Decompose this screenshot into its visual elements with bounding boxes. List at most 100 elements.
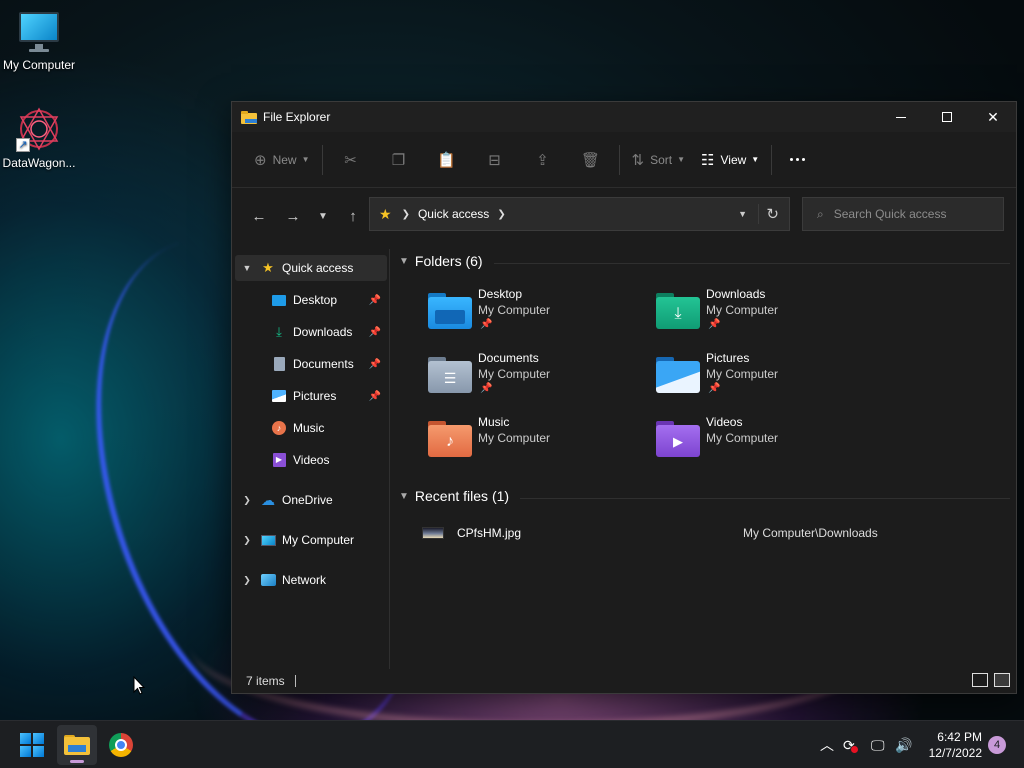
chevron-down-icon: ▼ [399,255,409,267]
address-bar[interactable]: ★ ❯ Quick access ❯ ▼ ↻ [369,197,790,231]
chrome-icon [109,733,133,757]
sidebar-item-quick-access[interactable]: ▼ ★ Quick access [235,255,387,281]
chevron-down-icon: ▼ [677,155,686,164]
toolbar-divider [321,144,323,175]
close-button[interactable]: ✕ [970,102,1016,132]
taskbar-chrome[interactable] [101,725,141,765]
forward-button[interactable]: → [276,200,310,232]
chevron-down-icon[interactable]: ▼ [238,263,256,273]
toolbar-divider [771,144,773,175]
taskbar-clock[interactable]: 6:42 PM 12/7/2022 [929,729,982,761]
file-explorer-window: File Explorer ✕ ⊕ New ▼ ✂ ❐ 📋 ⊟ ⇪ 🗑 ⇅ So… [231,101,1017,694]
minimize-button[interactable] [878,102,924,132]
cut-button[interactable]: ✂ [327,144,375,176]
file-explorer-icon [64,735,90,755]
pin-icon: 📌 [368,358,381,370]
view-button[interactable]: ☷ View ▼ [693,144,767,176]
recent-locations-button[interactable]: ▼ [310,200,336,232]
delete-button[interactable]: 🗑 [567,144,615,176]
folder-location: My Computer [706,303,779,317]
breadcrumb-quick-access[interactable]: Quick access [418,207,489,221]
folder-tile-downloads[interactable]: ⤓ Downloads My Computer 📌 [620,287,840,345]
new-label: New [272,152,297,167]
arrow-right-icon: → [285,207,301,225]
sidebar-item-network[interactable]: ❯ Network [235,567,387,593]
search-box[interactable]: ⌕ [802,197,1004,231]
chevron-right-icon[interactable]: ❯ [238,495,256,506]
folder-tile-music[interactable]: ♪ Music My Computer [392,415,612,473]
paste-button[interactable]: 📋 [423,144,471,176]
folders-section-header[interactable]: ▼ Folders (6) [399,253,483,269]
address-divider [758,204,759,224]
arrow-left-icon: ← [251,207,267,225]
back-button[interactable]: ← [242,200,276,232]
sidebar-item-my-computer[interactable]: ❯ My Computer [235,527,387,553]
recent-files-section-header[interactable]: ▼ Recent files (1) [399,488,509,504]
large-icons-view-icon[interactable] [994,673,1010,687]
sync-status-button[interactable]: ⟳ [843,721,858,768]
sidebar-item-documents[interactable]: Documents 📌 [235,351,387,377]
sidebar-item-onedrive[interactable]: ❯ ☁ OneDrive [235,487,387,513]
clipboard-icon: 📋 [437,151,456,169]
details-view-icon[interactable] [972,673,988,687]
rename-button[interactable]: ⊟ [471,144,519,176]
up-button[interactable]: ↑ [336,200,370,232]
documents-folder-icon: ☰ [428,357,472,393]
address-history-dropdown[interactable]: ▼ [738,209,747,219]
recent-file-row[interactable]: CPfsHM.jpg My Computer\Downloads [422,523,982,543]
music-folder-icon: ♪ [428,421,472,457]
sidebar-item-desktop[interactable]: Desktop 📌 [235,287,387,313]
desktop-icon-datawagon[interactable]: ↗ DataWagon... [0,106,79,170]
desktop-icon-my-computer[interactable]: My Computer [0,10,79,72]
maximize-button[interactable] [924,102,970,132]
chevron-right-icon[interactable]: ❯ [238,535,256,546]
status-bar: 7 items [232,669,1016,693]
monitor-icon [260,532,276,548]
share-button[interactable]: ⇪ [519,144,567,176]
show-hidden-icons-button[interactable]: ︿ [820,721,834,768]
chevron-right-icon[interactable]: ❯ [238,575,256,586]
notification-badge[interactable]: 4 [988,736,1006,754]
sidebar-item-videos[interactable]: ▶ Videos [235,447,387,473]
folder-location: My Computer [478,303,551,317]
sidebar-item-pictures[interactable]: Pictures 📌 [235,383,387,409]
pin-icon: 📌 [708,319,721,330]
new-button[interactable]: ⊕ New ▼ [246,144,318,176]
pin-icon: 📌 [708,383,721,394]
chevron-down-icon: ▼ [751,155,760,164]
recent-file-location: My Computer\Downloads [743,526,878,540]
start-button[interactable] [12,725,52,765]
taskbar-file-explorer[interactable] [57,725,97,765]
mouse-cursor-icon [133,676,145,695]
folders-header-label: Folders (6) [414,253,483,269]
video-icon: ▶ [271,452,287,468]
volume-button[interactable]: 🔊 [895,721,912,768]
folder-location: My Computer [706,367,779,381]
folder-tile-documents[interactable]: ☰ Documents My Computer 📌 [392,351,612,409]
folder-name: Downloads [706,287,766,301]
folder-tile-pictures[interactable]: Pictures My Computer 📌 [620,351,840,409]
desktop-icon-label: My Computer [2,58,76,72]
navigation-pane: ▼ ★ Quick access Desktop 📌 ⤓ Downloads 📌… [232,249,390,669]
file-explorer-icon [241,110,257,124]
view-list-icon: ☷ [701,151,715,169]
title-bar[interactable]: File Explorer ✕ [232,102,1016,132]
minimize-icon [896,116,906,118]
search-input[interactable] [833,207,984,221]
search-icon: ⌕ [817,206,824,221]
item-count: 7 items [246,674,285,688]
folder-tile-videos[interactable]: ▶ Videos My Computer [620,415,840,473]
copy-button[interactable]: ❐ [375,144,423,176]
sidebar-item-downloads[interactable]: ⤓ Downloads 📌 [235,319,387,345]
chevron-right-icon[interactable]: ❯ [497,209,505,220]
desktop-folder-icon [428,293,472,329]
folder-tile-desktop[interactable]: Desktop My Computer 📌 [392,287,612,345]
close-icon: ✕ [987,108,999,125]
section-divider [520,498,1010,499]
network-status-button[interactable]: 🖵 [871,721,885,768]
refresh-icon[interactable]: ↻ [766,205,779,223]
sidebar-item-music[interactable]: ♪ Music [235,415,387,441]
sort-button[interactable]: ⇅ Sort ▼ [624,144,694,176]
more-options-button[interactable] [776,144,819,176]
videos-folder-icon: ▶ [656,421,700,457]
